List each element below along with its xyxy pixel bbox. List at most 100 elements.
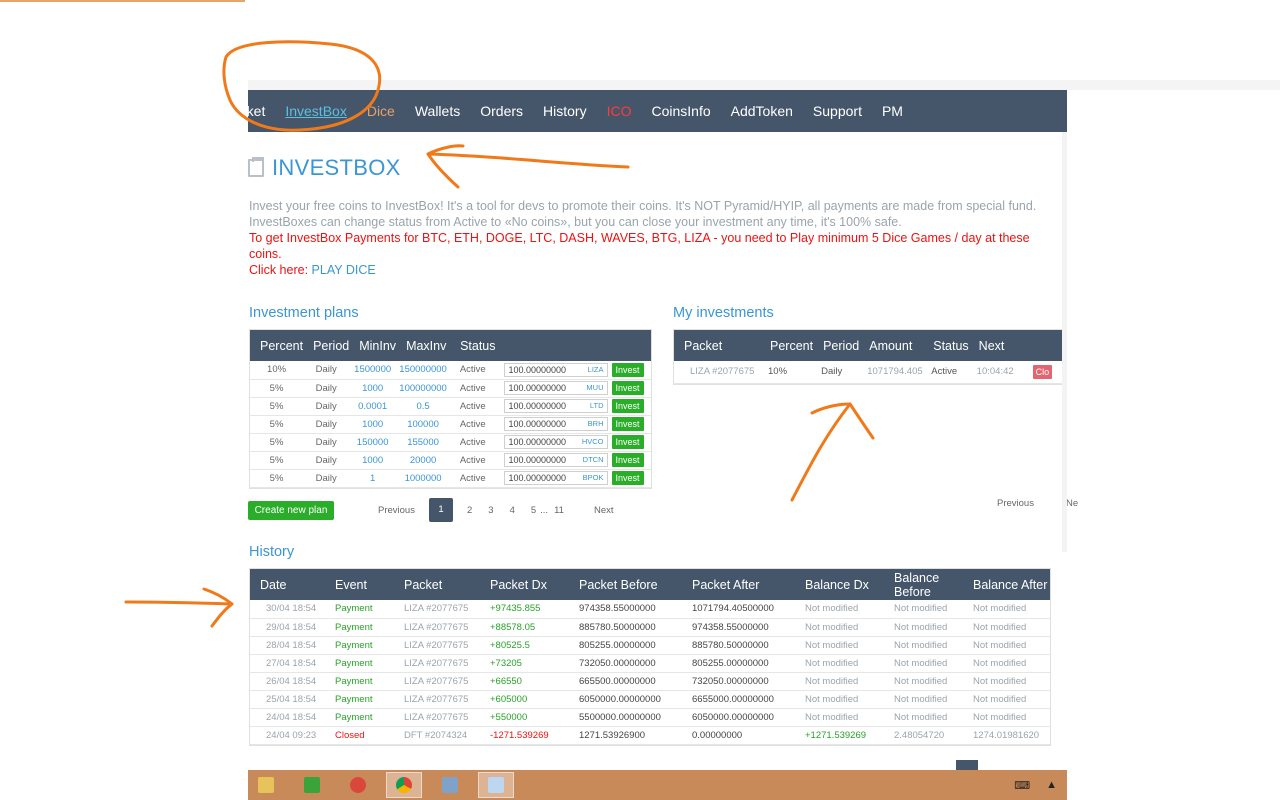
plans-prev-button[interactable]: Previous [378,505,415,516]
my-inv-header-cell: Percent [770,338,814,353]
history-packet: LIZA #2077675 [394,654,480,673]
history-balance-after: Not modified [963,600,1050,619]
close-investment-button[interactable]: Clo [1032,364,1053,379]
plans-page-last[interactable]: 11 [554,505,564,516]
store-icon [304,777,320,793]
invest-button[interactable]: Invest [611,417,644,431]
plan-max-inv: 150000000 [396,361,451,380]
plans-page-ellipsis: ... [540,504,549,516]
play-dice-link[interactable]: PLAY DICE [312,263,376,277]
intro-text: Invest your free coins to InvestBox! It'… [249,198,1049,278]
arrow-to-history [124,587,234,628]
plans-pagination: Previous 1 2 3 4 5... 11 Next [370,498,622,522]
nav-item-7[interactable]: CoinsInfo [651,103,710,119]
my-inv-header-cell: Status [933,338,969,353]
nav-item-10[interactable]: PM [882,103,903,119]
taskbar-chrome[interactable] [386,772,422,798]
history-balance-before: Not modified [884,600,963,619]
plan-coin-ticker: DTCN [582,455,604,464]
nav-item-9[interactable]: Support [813,103,862,119]
plan-min-inv: 1000 [349,379,397,398]
nav-item-3[interactable]: Wallets [415,103,460,119]
page-right-border [1062,132,1067,552]
history-balance-after: 1274.01981620 [963,726,1050,745]
plan-coin-ticker: HVCO [581,437,604,446]
plans-page-5[interactable]: 5 [531,505,536,516]
invest-button[interactable]: Invest [611,399,644,413]
taskbar-explorer[interactable] [248,772,284,798]
chrome-icon [396,777,412,793]
my-inv-header-cell: Period [823,338,860,353]
plan-invest-cell: LIZA Invest [495,361,651,380]
plan-invest-cell: HVCO Invest [495,433,651,452]
plans-page-4[interactable]: 4 [510,505,515,516]
history-row: 30/04 18:54 Payment LIZA #2077675 +97435.85… [250,600,1050,619]
history-event: Payment [325,636,394,655]
plan-amount-field: DTCN [503,453,608,467]
main-navbar: rket InvestBox Dice Wallets Orders History ICO… [248,90,1067,132]
taskbar-app[interactable] [340,772,376,798]
history-event: Payment [325,654,394,673]
plans-next-button[interactable]: Next [594,505,614,516]
taskbar-calculator[interactable] [432,772,468,798]
history-date: 24/04 18:54 [250,708,325,727]
plans-page-1[interactable]: 1 [428,498,453,522]
history-date: 25/04 18:54 [250,690,325,709]
nav-item-8[interactable]: AddToken [731,103,793,119]
history-balance-after: Not modified [963,690,1050,709]
taskbar-store[interactable] [294,772,330,798]
history-packet-dx: +97435.855 [480,600,569,619]
arrow-to-my-investments [790,402,875,502]
plans-page-3[interactable]: 3 [488,505,493,516]
plan-max-inv: 100000000 [396,379,451,398]
history-balance-dx: +1271.539269 [795,726,884,745]
history-packet-after: 974358.55000000 [682,618,795,637]
create-new-plan-button[interactable]: Create new plan [248,501,334,520]
history-packet-before: 665500.00000000 [569,672,682,691]
taskbar-notepad[interactable] [478,772,514,798]
my-inv-header-cell: Packet [684,338,723,353]
history-packet-after: 732050.00000000 [682,672,795,691]
history-row: 28/04 18:54 Payment LIZA #2077675 +80525.5 8… [250,636,1050,655]
page-title-text: INVESTBOX [272,155,401,180]
plan-invest-cell: MUU Invest [495,379,651,398]
history-packet-dx: +88578.05 [480,618,569,637]
tray-up-arrow-icon[interactable]: ▲ [1046,779,1057,791]
history-header-cell: Packet [404,577,443,592]
nav-item-4[interactable]: Orders [480,103,523,119]
plan-amount-field: BPOK [503,471,608,485]
invest-button[interactable]: Invest [611,453,644,467]
nav-item-1[interactable]: InvestBox [285,103,346,119]
nav-item-0[interactable]: rket [248,103,265,119]
plan-coin-ticker: MUU [586,383,604,392]
nav-item-5[interactable]: History [543,103,587,119]
plan-status: Active [450,433,496,452]
my-inv-prev-button[interactable]: Previous [997,498,1034,509]
my-inv-status: Active [923,361,969,384]
invest-button[interactable]: Invest [611,362,644,377]
my-inv-next-button[interactable]: Ne [1066,498,1078,509]
intro-line-2: InvestBoxes can change status from Activ… [249,215,902,229]
history-packet-after: 1071794.40500000 [682,600,795,619]
plan-status: Active [450,397,496,416]
nav-item-2[interactable]: Dice [367,103,395,119]
keyboard-icon[interactable]: ⌨ [1014,779,1030,792]
history-event: Payment [325,672,394,691]
intro-line-1: Invest your free coins to InvestBox! It'… [249,199,1037,213]
history-balance-dx: Not modified [795,690,884,709]
invest-button[interactable]: Invest [611,471,644,485]
invest-button[interactable]: Invest [611,435,644,449]
plan-invest-cell: DTCN Invest [495,451,651,470]
my-investments-table: Packet Percent Period Amount Status Next LIZA… [673,329,1067,385]
nav-item-6[interactable]: ICO [607,103,632,119]
arrow-to-title [426,144,630,189]
my-investments-pagination: Previous Ne [989,498,1086,509]
plan-status: Active [450,361,496,380]
plan-max-inv: 155000 [396,433,451,452]
history-packet-before: 5500000.00000000 [569,708,682,727]
invest-button[interactable]: Invest [611,381,644,395]
history-balance-before: Not modified [884,672,963,691]
history-packet-dx: +73205 [480,654,569,673]
plans-page-2[interactable]: 2 [467,505,472,516]
history-date: 30/04 18:54 [250,600,325,619]
